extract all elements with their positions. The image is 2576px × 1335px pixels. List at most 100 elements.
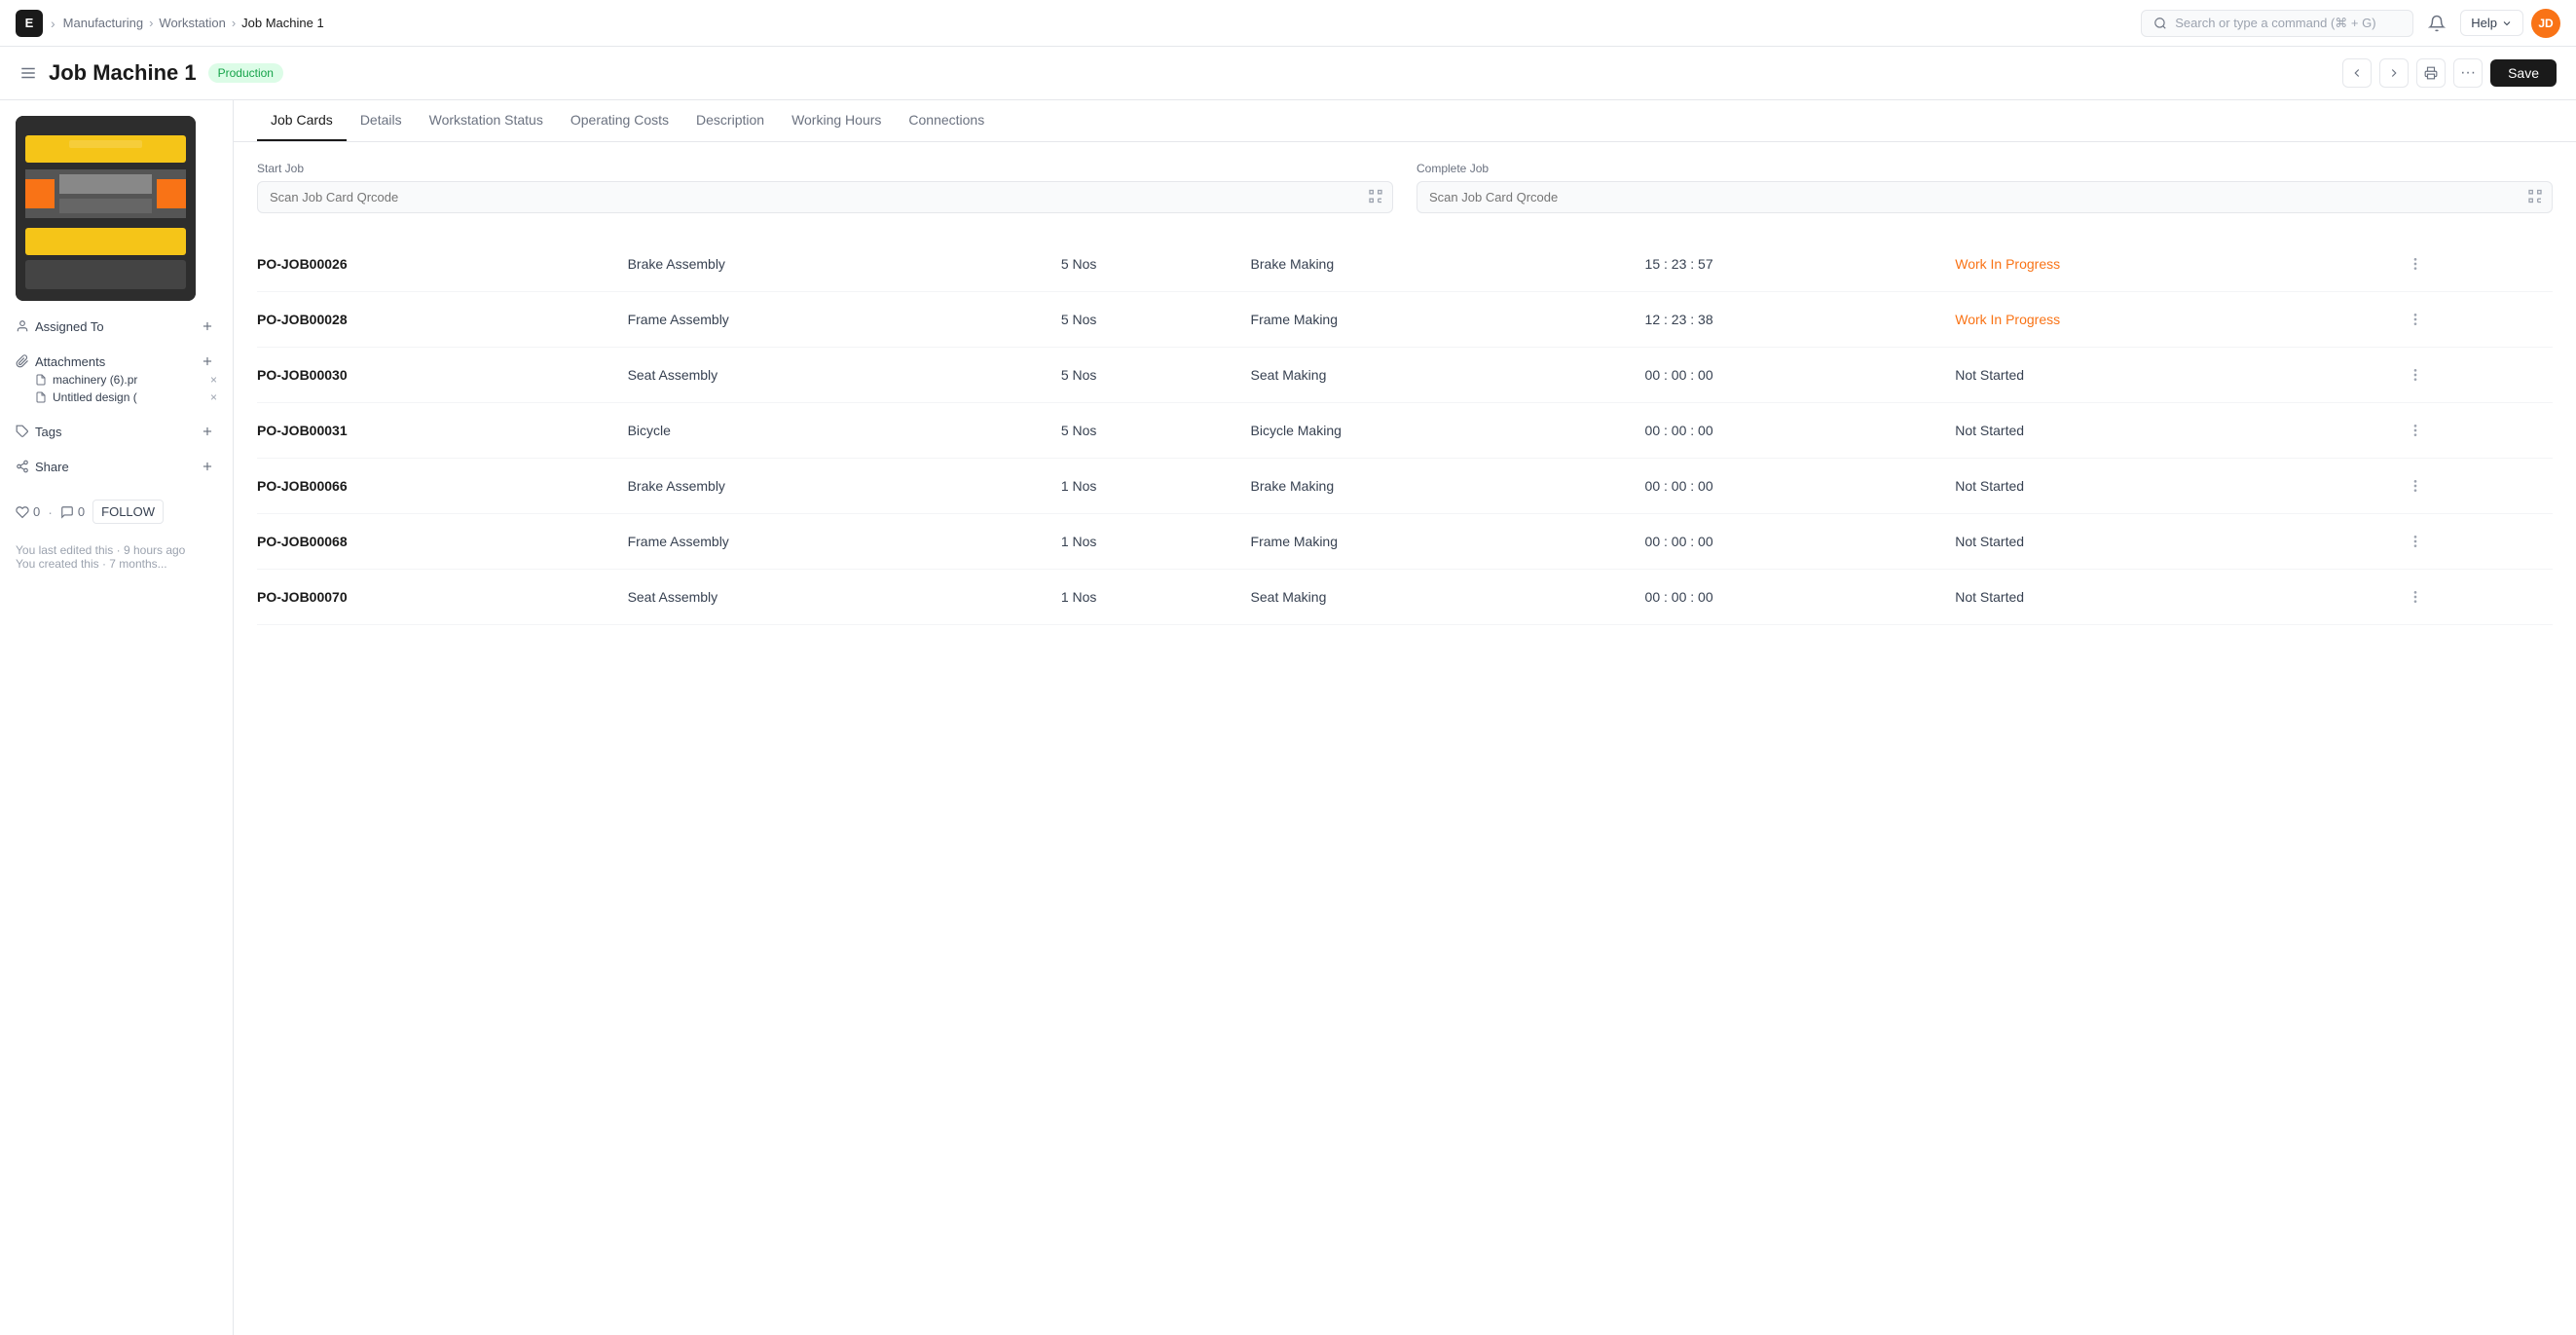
breadcrumb: Manufacturing › Workstation › Job Machin… bbox=[63, 16, 324, 30]
comment-button[interactable]: 0 bbox=[60, 504, 85, 519]
remove-attachment-2[interactable]: × bbox=[210, 390, 217, 404]
tab-bar: Job Cards Details Workstation Status Ope… bbox=[234, 100, 2576, 142]
start-job-group: Start Job bbox=[257, 162, 1393, 213]
next-button[interactable] bbox=[2379, 58, 2409, 88]
table-row: PO-JOB00068 Frame Assembly 1 Nos Frame M… bbox=[257, 514, 2553, 570]
row-menu-button-5[interactable] bbox=[2402, 528, 2429, 555]
tab-operating-costs[interactable]: Operating Costs bbox=[557, 100, 682, 141]
created-text: You created this · 7 months... bbox=[16, 557, 217, 571]
search-icon bbox=[2153, 17, 2167, 30]
time-cell: 00 : 00 : 00 bbox=[1638, 514, 1948, 570]
search-placeholder: Search or type a command (⌘ + G) bbox=[2175, 16, 2375, 31]
app-logo[interactable]: E bbox=[16, 10, 43, 37]
tag-icon bbox=[16, 425, 29, 438]
job-id-cell: PO-JOB00068 bbox=[257, 514, 620, 570]
job-id-cell: PO-JOB00028 bbox=[257, 292, 620, 348]
chevron-left-icon bbox=[2350, 66, 2364, 80]
status-badge: Production bbox=[208, 63, 283, 83]
person-icon bbox=[16, 319, 29, 333]
time-cell: 15 : 23 : 57 bbox=[1638, 237, 1948, 292]
scan-row: Start Job Complete Job bbox=[257, 162, 2553, 213]
printer-icon bbox=[2424, 66, 2438, 80]
tab-connections[interactable]: Connections bbox=[895, 100, 998, 141]
start-job-input[interactable] bbox=[257, 181, 1393, 213]
operation-cell: Brake Making bbox=[1243, 237, 1638, 292]
status-cell: Not Started bbox=[1947, 570, 2394, 625]
prev-button[interactable] bbox=[2342, 58, 2372, 88]
attachments-label: Attachments bbox=[35, 354, 105, 369]
row-action-cell bbox=[2394, 514, 2553, 570]
complete-job-input-wrap bbox=[1417, 181, 2553, 213]
remove-attachment-1[interactable]: × bbox=[210, 373, 217, 387]
follow-button[interactable]: FOLLOW bbox=[92, 500, 164, 524]
plus-icon bbox=[201, 319, 214, 333]
operation-cell: Brake Making bbox=[1243, 459, 1638, 514]
complete-job-input[interactable] bbox=[1417, 181, 2553, 213]
page-header: Job Machine 1 Production ··· Save bbox=[0, 47, 2576, 100]
qty-cell: 5 Nos bbox=[1053, 348, 1243, 403]
sep-2: › bbox=[232, 16, 236, 30]
attachments-add-button[interactable] bbox=[198, 352, 217, 371]
assigned-to-section: Assigned To bbox=[16, 316, 217, 336]
print-button[interactable] bbox=[2416, 58, 2446, 88]
tags-section: Tags bbox=[16, 422, 217, 441]
share-label: Share bbox=[35, 460, 69, 474]
menu-icon bbox=[19, 64, 37, 82]
job-id-cell: PO-JOB00030 bbox=[257, 348, 620, 403]
save-button[interactable]: Save bbox=[2490, 59, 2557, 87]
tab-workstation-status[interactable]: Workstation Status bbox=[416, 100, 557, 141]
tab-details[interactable]: Details bbox=[347, 100, 416, 141]
start-job-label: Start Job bbox=[257, 162, 1393, 175]
sidebar: Assigned To Attachments machinery (6).pr bbox=[0, 100, 234, 1335]
ellipsis-vertical-icon bbox=[2408, 534, 2423, 549]
row-menu-button-4[interactable] bbox=[2402, 472, 2429, 500]
top-navigation: E › Manufacturing › Workstation › Job Ma… bbox=[0, 0, 2576, 47]
global-search[interactable]: Search or type a command (⌘ + G) bbox=[2141, 10, 2413, 37]
attachments-section: Attachments machinery (6).pr × Untitled … bbox=[16, 352, 217, 406]
comments-count: 0 bbox=[78, 504, 85, 519]
more-options-button[interactable]: ··· bbox=[2453, 58, 2483, 88]
complete-job-label: Complete Job bbox=[1417, 162, 2553, 175]
row-action-cell bbox=[2394, 403, 2553, 459]
interaction-row: 0 · 0 FOLLOW bbox=[16, 500, 217, 524]
assembly-cell: Frame Assembly bbox=[620, 292, 1053, 348]
assigned-to-add-button[interactable] bbox=[198, 316, 217, 336]
tab-working-hours[interactable]: Working Hours bbox=[778, 100, 895, 141]
row-menu-button-2[interactable] bbox=[2402, 361, 2429, 389]
share-add-button[interactable] bbox=[198, 457, 217, 476]
breadcrumb-workstation[interactable]: Workstation bbox=[159, 16, 225, 30]
chevron-down-icon bbox=[2501, 18, 2513, 29]
attachment-item-1[interactable]: machinery (6).pr × bbox=[16, 371, 217, 389]
bell-icon bbox=[2428, 15, 2446, 32]
tags-add-button[interactable] bbox=[198, 422, 217, 441]
notifications-bell[interactable] bbox=[2421, 8, 2452, 39]
attachment-name-2: Untitled design ( bbox=[53, 390, 137, 404]
user-avatar[interactable]: JD bbox=[2531, 9, 2560, 38]
row-menu-button-6[interactable] bbox=[2402, 583, 2429, 611]
attachment-item-2[interactable]: Untitled design ( × bbox=[16, 389, 217, 406]
breadcrumb-manufacturing[interactable]: Manufacturing bbox=[63, 16, 143, 30]
attachment-name-1: machinery (6).pr bbox=[53, 373, 137, 387]
assembly-cell: Seat Assembly bbox=[620, 570, 1053, 625]
row-menu-button-0[interactable] bbox=[2402, 250, 2429, 278]
hamburger-menu[interactable] bbox=[19, 64, 37, 82]
tab-job-cards[interactable]: Job Cards bbox=[257, 100, 347, 141]
complete-job-group: Complete Job bbox=[1417, 162, 2553, 213]
like-button[interactable]: 0 bbox=[16, 504, 40, 519]
nav-separator-1: › bbox=[51, 16, 55, 31]
workstation-illustration bbox=[16, 116, 196, 301]
file-icon bbox=[35, 374, 47, 386]
ellipsis-vertical-icon bbox=[2408, 312, 2423, 327]
assembly-cell: Brake Assembly bbox=[620, 459, 1053, 514]
row-menu-button-3[interactable] bbox=[2402, 417, 2429, 444]
help-button[interactable]: Help bbox=[2460, 10, 2523, 36]
status-cell: Work In Progress bbox=[1947, 292, 2394, 348]
tab-description[interactable]: Description bbox=[682, 100, 778, 141]
time-cell: 00 : 00 : 00 bbox=[1638, 459, 1948, 514]
job-id-cell: PO-JOB00070 bbox=[257, 570, 620, 625]
time-cell: 00 : 00 : 00 bbox=[1638, 348, 1948, 403]
page-title: Job Machine 1 bbox=[49, 60, 197, 86]
time-cell: 00 : 00 : 00 bbox=[1638, 403, 1948, 459]
time-cell: 00 : 00 : 00 bbox=[1638, 570, 1948, 625]
row-menu-button-1[interactable] bbox=[2402, 306, 2429, 333]
